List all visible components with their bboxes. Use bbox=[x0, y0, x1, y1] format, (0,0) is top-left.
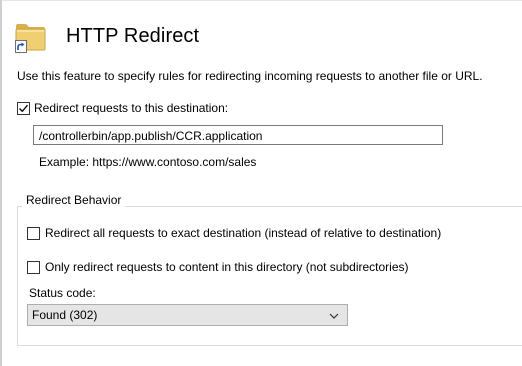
example-hint: Example: https://www.contoso.com/sales bbox=[39, 155, 257, 169]
redirect-behavior-caption: Redirect Behavior bbox=[22, 193, 126, 207]
page-title: HTTP Redirect bbox=[66, 25, 200, 47]
redirect-destination-label: Redirect requests to this destination: bbox=[34, 101, 229, 115]
status-code-value: Found (302) bbox=[32, 308, 98, 322]
feature-description: Use this feature to specify rules for re… bbox=[17, 69, 483, 83]
exact-destination-label: Redirect all requests to exact destinati… bbox=[45, 226, 442, 240]
only-this-directory-label: Only redirect requests to content in thi… bbox=[45, 260, 409, 274]
top-border bbox=[2, 0, 522, 1]
status-code-select[interactable]: Found (302) bbox=[27, 304, 348, 326]
chevron-down-icon bbox=[329, 310, 339, 320]
only-this-directory-checkbox[interactable] bbox=[27, 261, 40, 274]
folder-shortcut-icon bbox=[15, 21, 46, 53]
left-border bbox=[0, 0, 2, 366]
checkmark-icon bbox=[19, 104, 28, 113]
exact-destination-checkbox[interactable] bbox=[27, 227, 40, 240]
status-code-label: Status code: bbox=[29, 286, 96, 300]
redirect-destination-input[interactable]: /controllerbin/app.publish/CCR.applicati… bbox=[33, 125, 443, 145]
redirect-destination-checkbox[interactable] bbox=[17, 102, 30, 115]
